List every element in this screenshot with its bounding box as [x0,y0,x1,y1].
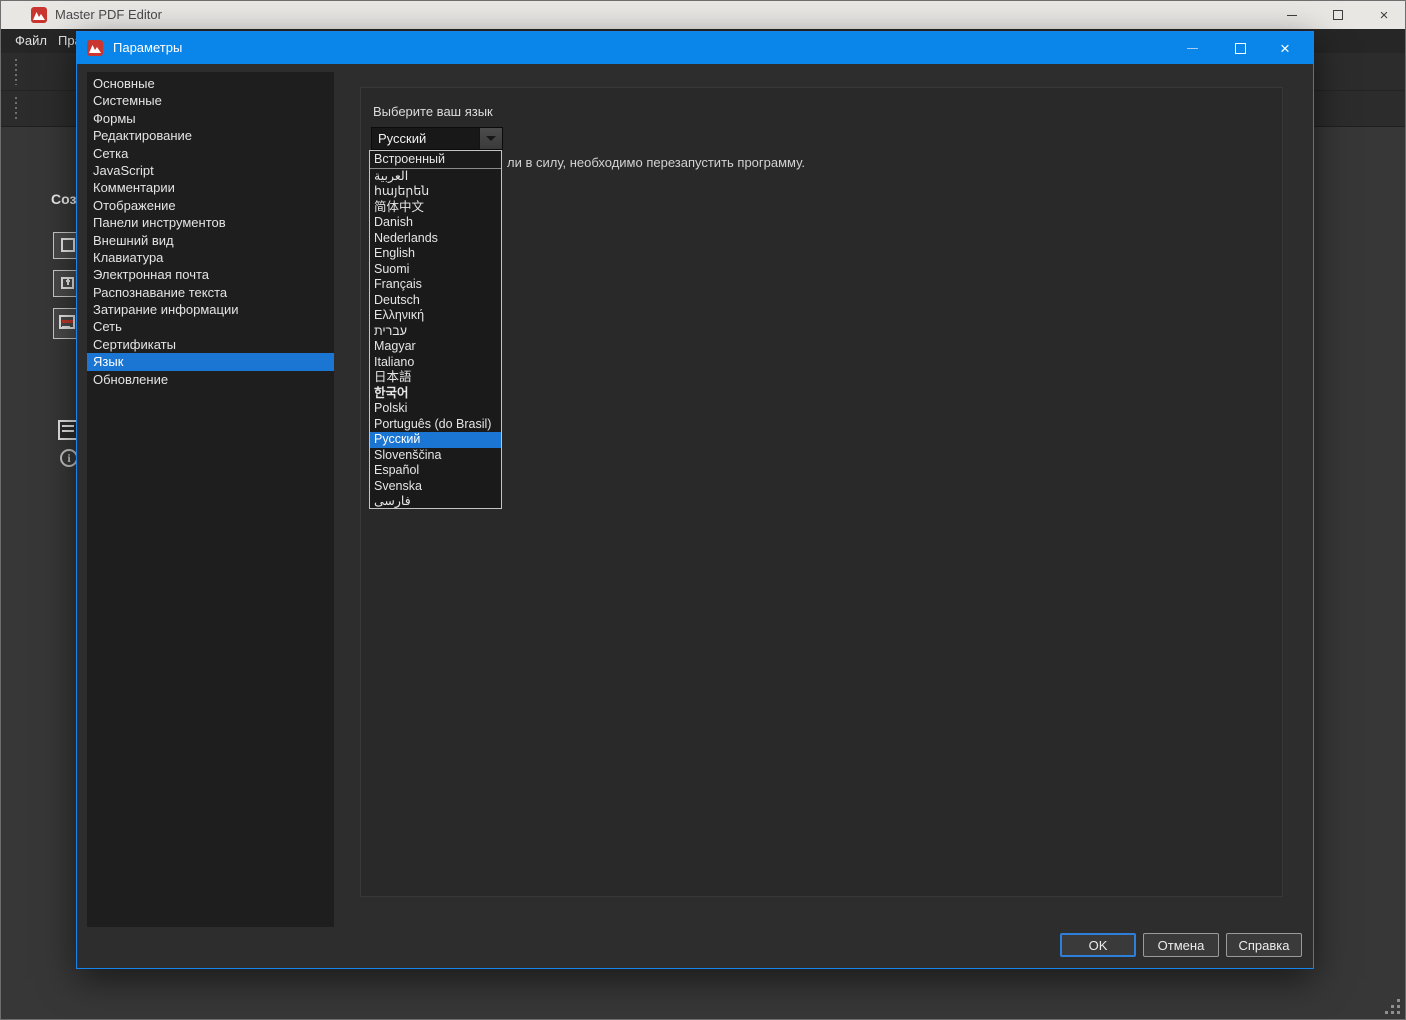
dialog-close-button[interactable]: × [1263,32,1307,64]
dropdown-item[interactable]: 한국어 [370,386,501,402]
dropdown-item[interactable]: فارسی [370,494,501,509]
cancel-button[interactable]: Отмена [1143,933,1219,957]
app-close-button[interactable]: × [1361,1,1406,29]
sidebar-item[interactable]: Основные [87,75,334,92]
language-dropdown-list: Встроенныйالعربيةհայերեն简体中文DanishNederl… [369,150,502,509]
dropdown-item[interactable]: English [370,246,501,262]
dropdown-item[interactable]: Italiano [370,355,501,371]
sidebar-item[interactable]: JavaScript [87,162,334,179]
dropdown-item[interactable]: עברית [370,324,501,340]
red-accent [62,320,73,323]
sidebar-item[interactable]: Сертификаты [87,336,334,353]
app-logo-icon [31,7,47,23]
help-button[interactable]: Справка [1226,933,1302,957]
document-panel-icon[interactable] [58,420,78,440]
dialog-minimize-button[interactable] [1170,32,1214,64]
ok-button[interactable]: OK [1060,933,1136,957]
dropdown-item[interactable]: Svenska [370,479,501,495]
sidebar-item[interactable]: Редактирование [87,127,334,144]
sidebar-item[interactable]: Внешний вид [87,232,334,249]
sidebar-item[interactable]: Формы [87,110,334,127]
dialog-logo-icon [87,40,103,56]
settings-category-list: ОсновныеСистемныеФормыРедактированиеСетк… [87,72,334,927]
dropdown-item[interactable]: Español [370,463,501,479]
dropdown-item[interactable]: Français [370,277,501,293]
dropdown-item[interactable]: Português (do Brasil) [370,417,501,433]
dialog-titlebar: Параметры × [77,32,1313,64]
restart-note: ли в силу, необходимо перезапустить прог… [507,155,805,170]
sidebar-item[interactable]: Системные [87,92,334,109]
chevron-down-icon [486,136,496,141]
language-combobox[interactable]: Русский [371,127,503,150]
combobox-arrow-button[interactable] [479,128,502,149]
sidebar-item[interactable]: Отображение [87,197,334,214]
sidebar-item[interactable]: Клавиатура [87,249,334,266]
app-minimize-button[interactable] [1269,1,1315,29]
close-icon: × [1380,8,1389,23]
sidebar-item[interactable]: Комментарии [87,179,334,196]
sidebar-item[interactable]: Обновление [87,371,334,388]
app-maximize-button[interactable] [1315,1,1361,29]
dropdown-item[interactable]: Nederlands [370,231,501,247]
minimize-icon [1287,15,1297,16]
dropdown-item[interactable]: 简体中文 [370,200,501,216]
dropdown-item[interactable]: Deutsch [370,293,501,309]
dropdown-item[interactable]: Magyar [370,339,501,355]
close-icon: × [1280,40,1290,57]
maximize-icon [1333,10,1343,20]
app-titlebar: Master PDF Editor × [1,1,1405,29]
sidebar-item[interactable]: Затирание информации [87,301,334,318]
sidebar-item[interactable]: Панели инструментов [87,214,334,231]
dropdown-item[interactable]: العربية [370,169,501,185]
dropdown-item[interactable]: Suomi [370,262,501,278]
language-label: Выберите ваш язык [373,104,493,119]
dropdown-item[interactable]: 日本語 [370,370,501,386]
window-resize-grip[interactable] [1385,1011,1388,1014]
dropdown-item[interactable]: հայերեն [370,184,501,200]
dropdown-item[interactable]: Встроенный [370,152,501,169]
sidebar-item[interactable]: Сетка [87,145,334,162]
sidebar-item[interactable]: Электронная почта [87,266,334,283]
dropdown-item[interactable]: Danish [370,215,501,231]
app-title: Master PDF Editor [55,7,162,22]
combobox-value: Русский [378,131,426,146]
minimize-icon [1187,48,1198,49]
app-window: Master PDF Editor × Файл Пра ⚙ [0,0,1406,1020]
settings-dialog: Параметры × ОсновныеСистемныеФормыРедакт… [76,31,1314,969]
sidebar-item[interactable]: Язык [87,353,334,370]
create-heading: Соз [51,191,76,207]
tools-drag-handle[interactable] [15,97,19,121]
dropdown-item[interactable]: Ελληνική [370,308,501,324]
sidebar-item[interactable]: Распознавание текста [87,284,334,301]
sidebar-item[interactable]: Сеть [87,318,334,335]
toolbar-drag-handle[interactable] [15,59,19,85]
dropdown-item[interactable]: Polski [370,401,501,417]
menu-file[interactable]: Файл [15,33,47,48]
maximize-icon [1235,43,1246,54]
dropdown-item[interactable]: Slovenščina [370,448,501,464]
dialog-maximize-button[interactable] [1218,32,1262,64]
dialog-title: Параметры [113,40,182,55]
dropdown-item[interactable]: Русский [370,432,501,448]
